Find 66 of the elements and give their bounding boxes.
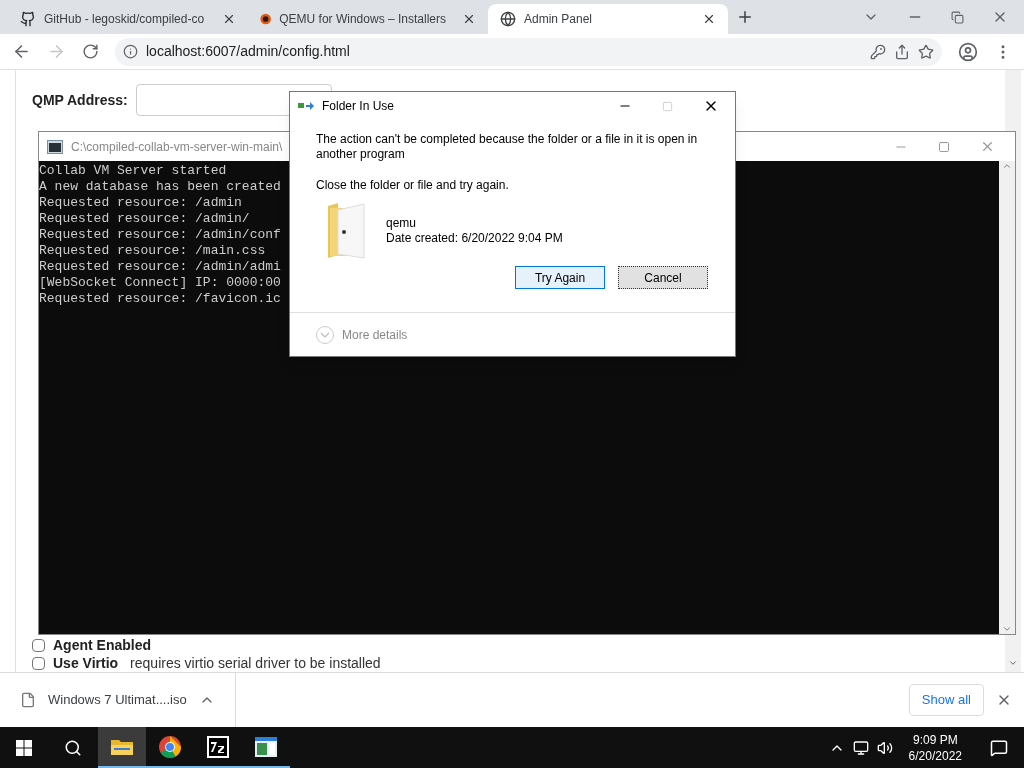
dialog-button[interactable]: Cancel [618,266,708,289]
new-tab-icon[interactable] [736,8,754,26]
download-filename[interactable]: Windows 7 Ultimat....iso [48,690,187,710]
github-icon [20,11,36,27]
option-label: Use Virtio [53,655,119,671]
share-icon[interactable] [894,43,910,60]
window-title: C:\compiled-collab-vm-server-win-main\ [71,138,283,156]
maximize-icon [662,100,673,112]
volume-icon[interactable] [876,739,893,756]
console-icon [47,139,63,154]
show-all-button[interactable]: Show all [908,684,984,716]
browser-tab[interactable]: Admin Panel [488,4,728,34]
star-icon[interactable] [918,43,934,60]
dialog-button[interactable]: Try Again [515,266,605,289]
close-icon[interactable] [222,12,236,26]
close-icon[interactable] [702,12,716,26]
folder-name: qemu [386,216,418,231]
back-icon[interactable] [12,42,31,61]
globe-icon [500,11,516,27]
close-icon[interactable] [462,12,476,26]
maximize-icon[interactable] [938,140,950,153]
tab-title: Admin Panel [524,11,593,28]
address-bar[interactable]: localhost:6007/admin/config.html [115,37,942,66]
browser-tab[interactable]: GitHub - legoskid/compiled-co [8,4,248,34]
round-logo-icon [260,11,272,27]
info-icon[interactable] [123,44,138,59]
console-line: Requested resource: /favicon.ic [39,291,281,307]
window-app-icon [254,735,278,758]
dialog-message: The action can't be completed because the folder or a file in it is open in another program [316,132,699,162]
console-line: [WebSocket Connect] IP: 0000:00 [39,275,281,291]
file-icon [20,692,36,708]
console-line: Requested resource: /admin/conf [39,227,281,243]
tab-title: GitHub - legoskid/compiled-co [44,11,205,28]
console-line: Requested resource: /admin/admi [39,259,281,275]
clock-time[interactable]: 9:09 PM [912,731,958,748]
restore-icon[interactable] [951,10,964,24]
notification-icon[interactable] [990,738,1008,757]
console-line: Requested resource: /main.css [39,243,266,259]
console-line: Requested resource: /admin [39,195,242,211]
option-note: requires virtio serial driver to be installed [130,655,381,671]
console-line: A new database has been created [39,179,281,195]
start-icon[interactable] [16,739,32,756]
console-line: Requested resource: /admin/ [39,211,250,227]
details-link[interactable]: More details [342,325,408,344]
dialog-title: Folder In Use [322,98,395,115]
network-icon[interactable] [852,739,869,756]
seven-zip-icon [206,734,230,759]
key-icon[interactable] [870,43,886,60]
chrome-icon [158,734,182,759]
checkbox[interactable] [32,638,45,652]
tab-title: QEMU for Windows – Installers [279,11,446,28]
dialog-instruction: Close the folder or file and try again. [316,177,510,194]
taskbar-app[interactable] [98,727,146,768]
move-icon [298,101,314,111]
url-text: localhost:6007/admin/config.html [146,42,350,61]
checkbox[interactable] [32,656,45,670]
folder-date: Date created: 6/20/2022 9:04 PM [386,231,563,246]
scroll-down-icon[interactable] [1008,658,1018,668]
clock-date[interactable]: 6/20/2022 [908,747,962,764]
search-icon[interactable] [64,738,82,757]
console-line: Collab VM Server started [39,163,227,179]
browser-tab[interactable]: QEMU for Windows – Installers [248,4,488,34]
field-label: QMP Address: [32,90,128,110]
reload-icon[interactable] [82,43,99,60]
profile-icon[interactable] [958,41,978,62]
option-label: Agent Enabled [53,637,151,653]
